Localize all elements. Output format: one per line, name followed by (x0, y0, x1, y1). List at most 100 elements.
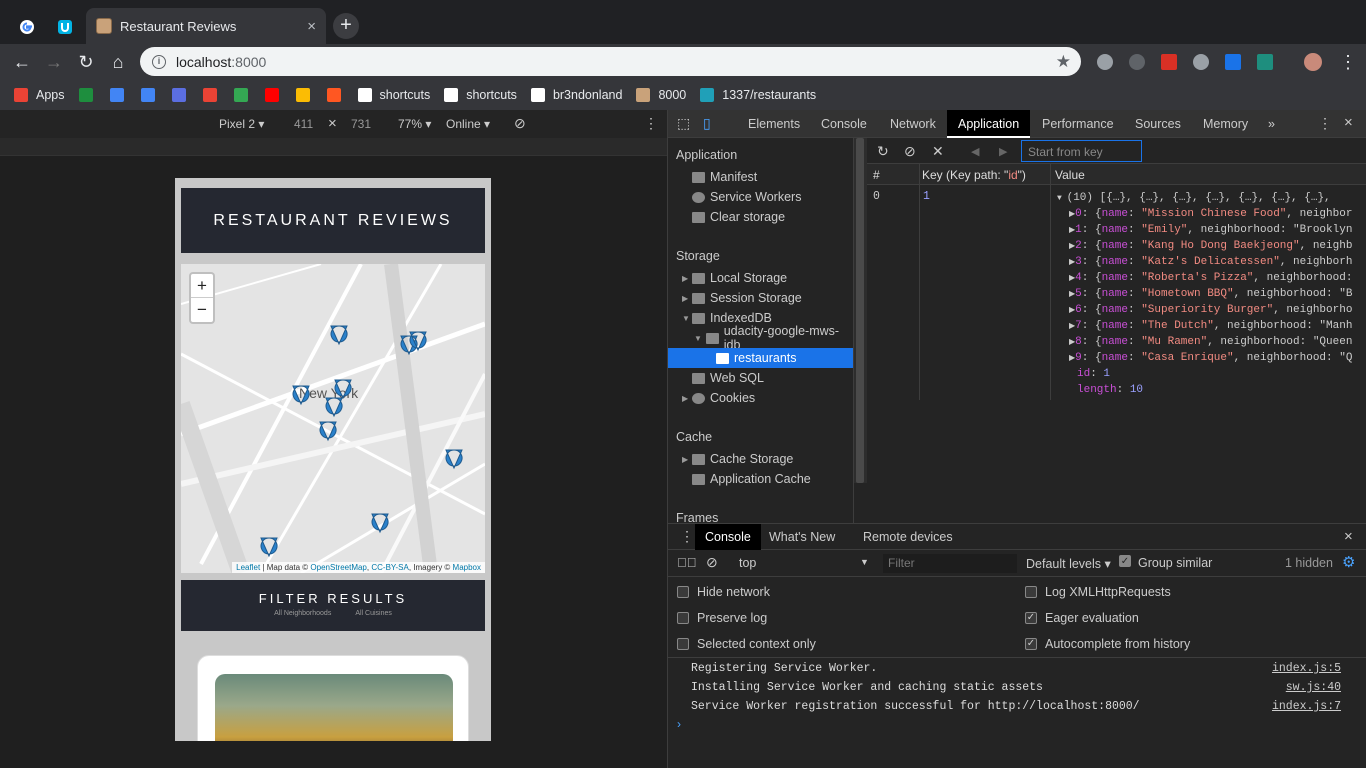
tab-performance[interactable]: Performance (1042, 117, 1114, 131)
previous-page-icon[interactable]: ◀ (971, 145, 979, 158)
devtools-menu-icon[interactable]: ⋮ (1318, 115, 1332, 132)
sidebar-item-clear-storage[interactable]: Clear storage (692, 207, 785, 227)
bookmark-item[interactable] (109, 88, 132, 102)
expand-arrow-icon[interactable]: ▶ (682, 394, 688, 403)
leaflet-link[interactable]: Leaflet (236, 563, 260, 572)
message-source-link[interactable]: index.js:5 (1272, 662, 1341, 675)
message-source-link[interactable]: sw.js:40 (1286, 681, 1341, 694)
sidebar-toggle-icon[interactable]: ▶⃞ (677, 555, 697, 570)
inspect-element-icon[interactable]: ⬚ (677, 115, 690, 132)
device-more-icon[interactable]: ⋮ (644, 115, 658, 132)
extension-c-icon[interactable] (1097, 54, 1113, 70)
log-levels-select[interactable]: Default levels ▾ (1026, 556, 1111, 571)
tab-restaurant-reviews[interactable]: Restaurant Reviews × (86, 8, 326, 44)
bookmark-item[interactable] (78, 88, 101, 102)
bookmark-item[interactable]: br3ndonland (530, 88, 622, 102)
extension-circle-icon[interactable] (1129, 54, 1145, 70)
value-entry[interactable]: ▶9: {name: "Casa Enrique", neighborhood:… (1069, 352, 1366, 364)
extension-s-icon[interactable] (1257, 54, 1273, 70)
console-filter-input[interactable]: Filter (883, 554, 1017, 573)
group-similar-checkbox[interactable]: ✓ (1119, 555, 1131, 567)
bookmark-item[interactable] (202, 88, 225, 102)
drawer-close-icon[interactable]: × (1344, 528, 1353, 545)
value-entry[interactable]: ▶3: {name: "Katz's Delicatessen", neighb… (1069, 256, 1366, 268)
sidebar-item-db[interactable]: udacity-google-mws-idb (706, 324, 853, 352)
console-setting-checkbox[interactable]: Log XMLHttpRequests (1025, 585, 1171, 599)
sidebar-item-restaurants[interactable]: restaurants (668, 348, 853, 368)
profile-avatar[interactable] (1304, 53, 1322, 71)
menu-kebab-icon[interactable]: ⋮ (1336, 50, 1360, 74)
col-key-header[interactable]: Key (Key path: "id") (922, 168, 1026, 182)
expand-arrow-icon[interactable]: ▶ (682, 274, 688, 283)
value-entry[interactable]: ▶8: {name: "Mu Ramen", neighborhood: "Qu… (1069, 336, 1366, 348)
bookmark-item[interactable] (295, 88, 318, 102)
console-setting-checkbox[interactable]: ✓ Eager evaluation (1025, 611, 1139, 625)
pinned-tab-udacity[interactable] (47, 9, 83, 44)
chevron-down-icon[interactable]: ▼ (860, 557, 869, 567)
tab-close-icon[interactable]: × (307, 18, 316, 35)
console-setting-checkbox[interactable]: Hide network (677, 585, 770, 599)
value-entry[interactable]: ▶4: {name: "Roberta's Pizza", neighborho… (1069, 272, 1366, 284)
sidebar-item-application-cache[interactable]: Application Cache (692, 469, 811, 489)
extension-blue-icon[interactable] (1225, 54, 1241, 70)
bookmark-item[interactable]: shortcuts (444, 88, 517, 102)
bookmark-item[interactable]: Apps (14, 88, 65, 102)
tab-network[interactable]: Network (890, 117, 936, 131)
license-link[interactable]: CC-BY-SA (371, 563, 409, 572)
expand-arrow-icon[interactable]: ▶ (682, 455, 688, 464)
reload-icon[interactable]: ↻ (74, 50, 98, 74)
checkbox-box[interactable]: ✓ (1025, 612, 1037, 624)
refresh-icon[interactable]: ↻ (877, 143, 889, 160)
checkbox-box[interactable] (677, 586, 689, 598)
clear-console-icon[interactable]: ⊘ (706, 554, 718, 571)
checkbox-box[interactable] (677, 638, 689, 650)
sidebar-item-local-storage[interactable]: Local Storage (692, 268, 787, 288)
rotate-icon[interactable]: ⊘ (514, 115, 526, 132)
sidebar-item-cache-storage[interactable]: Cache Storage (692, 449, 793, 469)
col-value-header[interactable]: Value (1055, 168, 1085, 182)
sidebar-item-cookies[interactable]: Cookies (692, 388, 755, 408)
sidebar-item-session-storage[interactable]: Session Storage (692, 288, 802, 308)
map[interactable]: New York + − Leaflet | Map data © OpenSt… (181, 264, 485, 573)
tab-elements[interactable]: Elements (748, 117, 800, 131)
adblock-plus-icon[interactable] (1193, 54, 1209, 70)
value-summary[interactable]: ▼ (10) [{…}, {…}, {…}, {…}, {…}, {…}, {…… (1057, 192, 1366, 204)
home-icon[interactable]: ⌂ (106, 50, 130, 74)
new-tab-button[interactable]: + (333, 13, 359, 39)
bookmark-item[interactable] (233, 88, 256, 102)
device-width[interactable]: 411 (294, 117, 313, 131)
checkbox-box[interactable]: ✓ (1025, 638, 1037, 650)
cuisine-select[interactable]: All Cuisines (355, 610, 392, 617)
neighborhood-select[interactable]: All Neighborhoods (274, 610, 331, 617)
context-select[interactable]: top (739, 556, 756, 570)
message-source-link[interactable]: index.js:7 (1272, 700, 1341, 713)
network-throttle-select[interactable]: Online ▾ (446, 117, 490, 131)
bookmark-item[interactable]: 8000 (636, 88, 686, 102)
clear-object-store-icon[interactable]: ⊘ (904, 143, 916, 160)
more-tabs-icon[interactable]: » (1268, 117, 1275, 131)
console-settings-gear-icon[interactable]: ⚙ (1342, 553, 1355, 571)
value-entry[interactable]: ▶5: {name: "Hometown BBQ", neighborhood:… (1069, 288, 1366, 300)
address-bar[interactable]: i localhost:8000 ★ (140, 47, 1081, 76)
drawer-tab-remote-devices[interactable]: Remote devices (863, 530, 953, 544)
mapbox-link[interactable]: Mapbox (453, 563, 481, 572)
bookmark-item[interactable] (171, 88, 194, 102)
device-height[interactable]: 731 (351, 117, 371, 131)
value-entry[interactable]: ▶6: {name: "Superiority Burger", neighbo… (1069, 304, 1366, 316)
drawer-tab-whats-new[interactable]: What's New (769, 530, 835, 544)
tab-console[interactable]: Console (821, 117, 867, 131)
tab-sources[interactable]: Sources (1135, 117, 1181, 131)
expand-arrow-icon[interactable]: ▶ (682, 294, 688, 303)
extension-red-icon[interactable] (1161, 54, 1177, 70)
site-info-icon[interactable]: i (152, 54, 166, 69)
console-prompt[interactable]: › (677, 717, 681, 731)
drawer-menu-icon[interactable]: ⋮ (680, 528, 694, 545)
bookmark-item[interactable] (326, 88, 349, 102)
sidebar-scrollbar[interactable] (854, 138, 867, 483)
col-num-header[interactable]: # (873, 168, 880, 182)
start-from-key-input[interactable]: Start from key (1021, 140, 1142, 162)
bookmark-item[interactable] (140, 88, 163, 102)
value-entry[interactable]: ▶7: {name: "The Dutch", neighborhood: "M… (1069, 320, 1366, 332)
checkbox-box[interactable] (677, 612, 689, 624)
sidebar-item-web-sql[interactable]: Web SQL (692, 368, 764, 388)
